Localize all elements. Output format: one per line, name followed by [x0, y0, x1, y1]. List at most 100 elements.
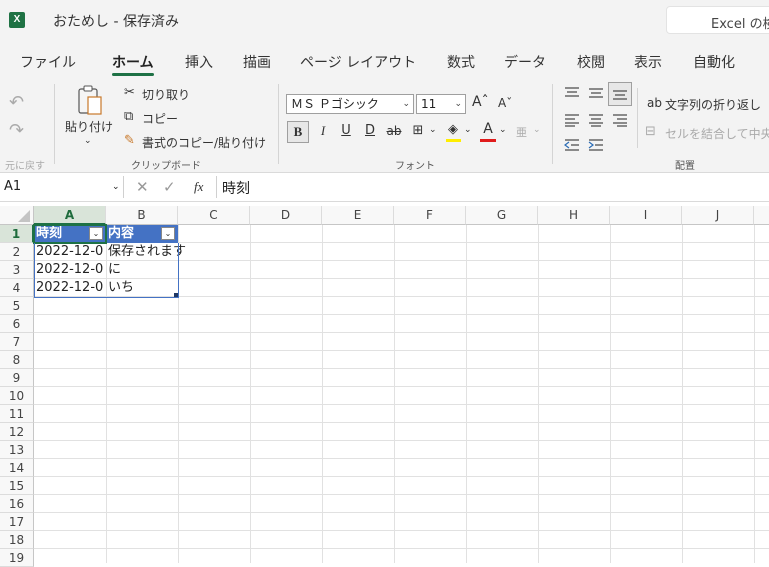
align-top-icon[interactable]	[564, 86, 580, 98]
row-header[interactable]: 4	[0, 279, 34, 297]
decrease-indent-icon[interactable]	[564, 138, 580, 152]
format-painter-button[interactable]: 書式のコピー/貼り付け	[142, 134, 266, 151]
font-color-icon[interactable]: A	[478, 119, 498, 139]
row-header[interactable]: 5	[0, 297, 34, 315]
column-header-e[interactable]: E	[322, 206, 394, 225]
column-header-j[interactable]: J	[682, 206, 754, 225]
row-header[interactable]: 16	[0, 495, 34, 513]
gridline	[34, 332, 769, 333]
cut-button[interactable]: 切り取り	[142, 86, 190, 103]
row-header[interactable]: 18	[0, 531, 34, 549]
filter-dropdown-icon[interactable]: ⌄	[161, 227, 175, 240]
formula-input[interactable]: 時刻	[222, 178, 250, 198]
double-underline-button[interactable]: D	[360, 121, 380, 141]
divider	[637, 88, 638, 148]
tab-automate[interactable]: 自動化	[693, 52, 735, 72]
align-bottom-button[interactable]	[608, 82, 632, 106]
copy-button[interactable]: コピー	[142, 110, 178, 127]
column-header-b[interactable]: B	[106, 206, 178, 225]
column-header-a[interactable]: A	[34, 206, 106, 225]
column-header-d[interactable]: D	[250, 206, 322, 225]
align-center-icon[interactable]	[588, 113, 604, 127]
wrap-text-icon: ab	[647, 96, 662, 110]
row-header[interactable]: 7	[0, 333, 34, 351]
ribbon: ↶ ↷ 元に戻す 貼り付け ⌄ ✂ 切り取り ⧉ コピー ✎ 書式のコピー/貼り…	[0, 78, 769, 173]
align-left-icon[interactable]	[564, 113, 580, 127]
paste-icon[interactable]	[76, 84, 104, 118]
row-header[interactable]: 17	[0, 513, 34, 531]
column-header-h[interactable]: H	[538, 206, 610, 225]
tab-formulas[interactable]: 数式	[447, 52, 475, 72]
name-box[interactable]: A1 ⌄	[0, 176, 124, 198]
paste-button[interactable]: 貼り付け	[65, 118, 113, 135]
align-right-icon[interactable]	[612, 113, 628, 127]
phonetic-guide-icon[interactable]: 亜	[516, 124, 527, 140]
table-resize-handle[interactable]	[174, 293, 178, 297]
italic-button[interactable]: I	[313, 121, 333, 141]
row-header[interactable]: 3	[0, 261, 34, 279]
chevron-down-icon[interactable]: ⌄	[464, 125, 472, 135]
alignment-group-label: 配置	[675, 161, 695, 172]
tab-file[interactable]: ファイル	[20, 52, 76, 72]
worksheet-grid[interactable]: A B C D E F G H I J 1 2 3 4 5 6 7 8 9 10…	[0, 206, 769, 567]
row-header[interactable]: 2	[0, 243, 34, 261]
wrap-text-button[interactable]: 文字列の折り返し	[665, 96, 761, 113]
tab-view[interactable]: 表示	[634, 52, 662, 72]
tab-home[interactable]: ホーム	[112, 52, 154, 72]
font-size-dropdown[interactable]: 11 ⌄	[416, 94, 466, 114]
row-header[interactable]: 1	[0, 225, 34, 243]
tab-insert[interactable]: 挿入	[185, 52, 213, 72]
search-box[interactable]: Excel の検	[666, 6, 769, 34]
row-header[interactable]: 12	[0, 423, 34, 441]
redo-icon[interactable]: ↷	[9, 120, 24, 141]
tab-page-layout[interactable]: ページ レイアウト	[300, 52, 416, 72]
row-header[interactable]: 19	[0, 549, 34, 567]
tab-draw[interactable]: 描画	[243, 52, 271, 72]
search-placeholder: Excel の検	[711, 17, 769, 32]
merge-center-button[interactable]: セルを結合して中央	[665, 125, 769, 142]
document-title[interactable]: おためし - 保存済み	[53, 11, 179, 31]
strikethrough-button[interactable]: ab	[384, 121, 404, 141]
chevron-down-icon[interactable]: ⌄	[84, 136, 92, 146]
column-header-i[interactable]: I	[610, 206, 682, 225]
insert-function-button[interactable]: fx	[194, 179, 203, 195]
borders-icon[interactable]: ⊞	[408, 121, 428, 141]
underline-button[interactable]: U	[336, 121, 356, 141]
chevron-down-icon[interactable]: ⌄	[499, 125, 507, 135]
increase-font-size-icon[interactable]: Aˆ	[472, 94, 489, 110]
bold-button[interactable]: B	[287, 121, 309, 143]
cancel-icon[interactable]: ✕	[136, 178, 149, 196]
row-header[interactable]: 14	[0, 459, 34, 477]
chevron-down-icon: ⌄	[402, 99, 410, 109]
enter-icon[interactable]: ✓	[163, 178, 176, 196]
row-header[interactable]: 15	[0, 477, 34, 495]
column-header-c[interactable]: C	[178, 206, 250, 225]
row-header[interactable]: 6	[0, 315, 34, 333]
chevron-down-icon[interactable]: ⌄	[533, 125, 541, 135]
row-header[interactable]: 9	[0, 369, 34, 387]
row-header[interactable]: 8	[0, 351, 34, 369]
chevron-down-icon[interactable]: ⌄	[112, 176, 120, 198]
column-header-partial[interactable]	[754, 206, 769, 225]
excel-icon[interactable]: X	[9, 12, 25, 28]
fill-color-icon[interactable]: ◈	[443, 120, 463, 140]
column-header-f[interactable]: F	[394, 206, 466, 225]
row-header[interactable]: 11	[0, 405, 34, 423]
align-middle-icon[interactable]	[588, 87, 604, 99]
chevron-down-icon[interactable]: ⌄	[429, 125, 437, 135]
column-header-g[interactable]: G	[466, 206, 538, 225]
increase-indent-icon[interactable]	[588, 138, 604, 152]
name-box-value: A1	[4, 179, 22, 194]
decrease-font-size-icon[interactable]: Aˇ	[498, 96, 512, 110]
tab-review[interactable]: 校閲	[577, 52, 605, 72]
undo-icon[interactable]: ↶	[9, 92, 24, 113]
select-all-button[interactable]	[0, 206, 34, 225]
active-tab-indicator	[112, 73, 154, 76]
tab-data[interactable]: データ	[504, 52, 546, 72]
row-header[interactable]: 10	[0, 387, 34, 405]
undo-group-label: 元に戻す	[5, 161, 45, 172]
row-header[interactable]: 13	[0, 441, 34, 459]
gridline	[34, 404, 769, 405]
font-name-dropdown[interactable]: ＭＳ Ｐゴシック ⌄	[286, 94, 414, 114]
scissors-icon: ✂	[124, 85, 135, 100]
